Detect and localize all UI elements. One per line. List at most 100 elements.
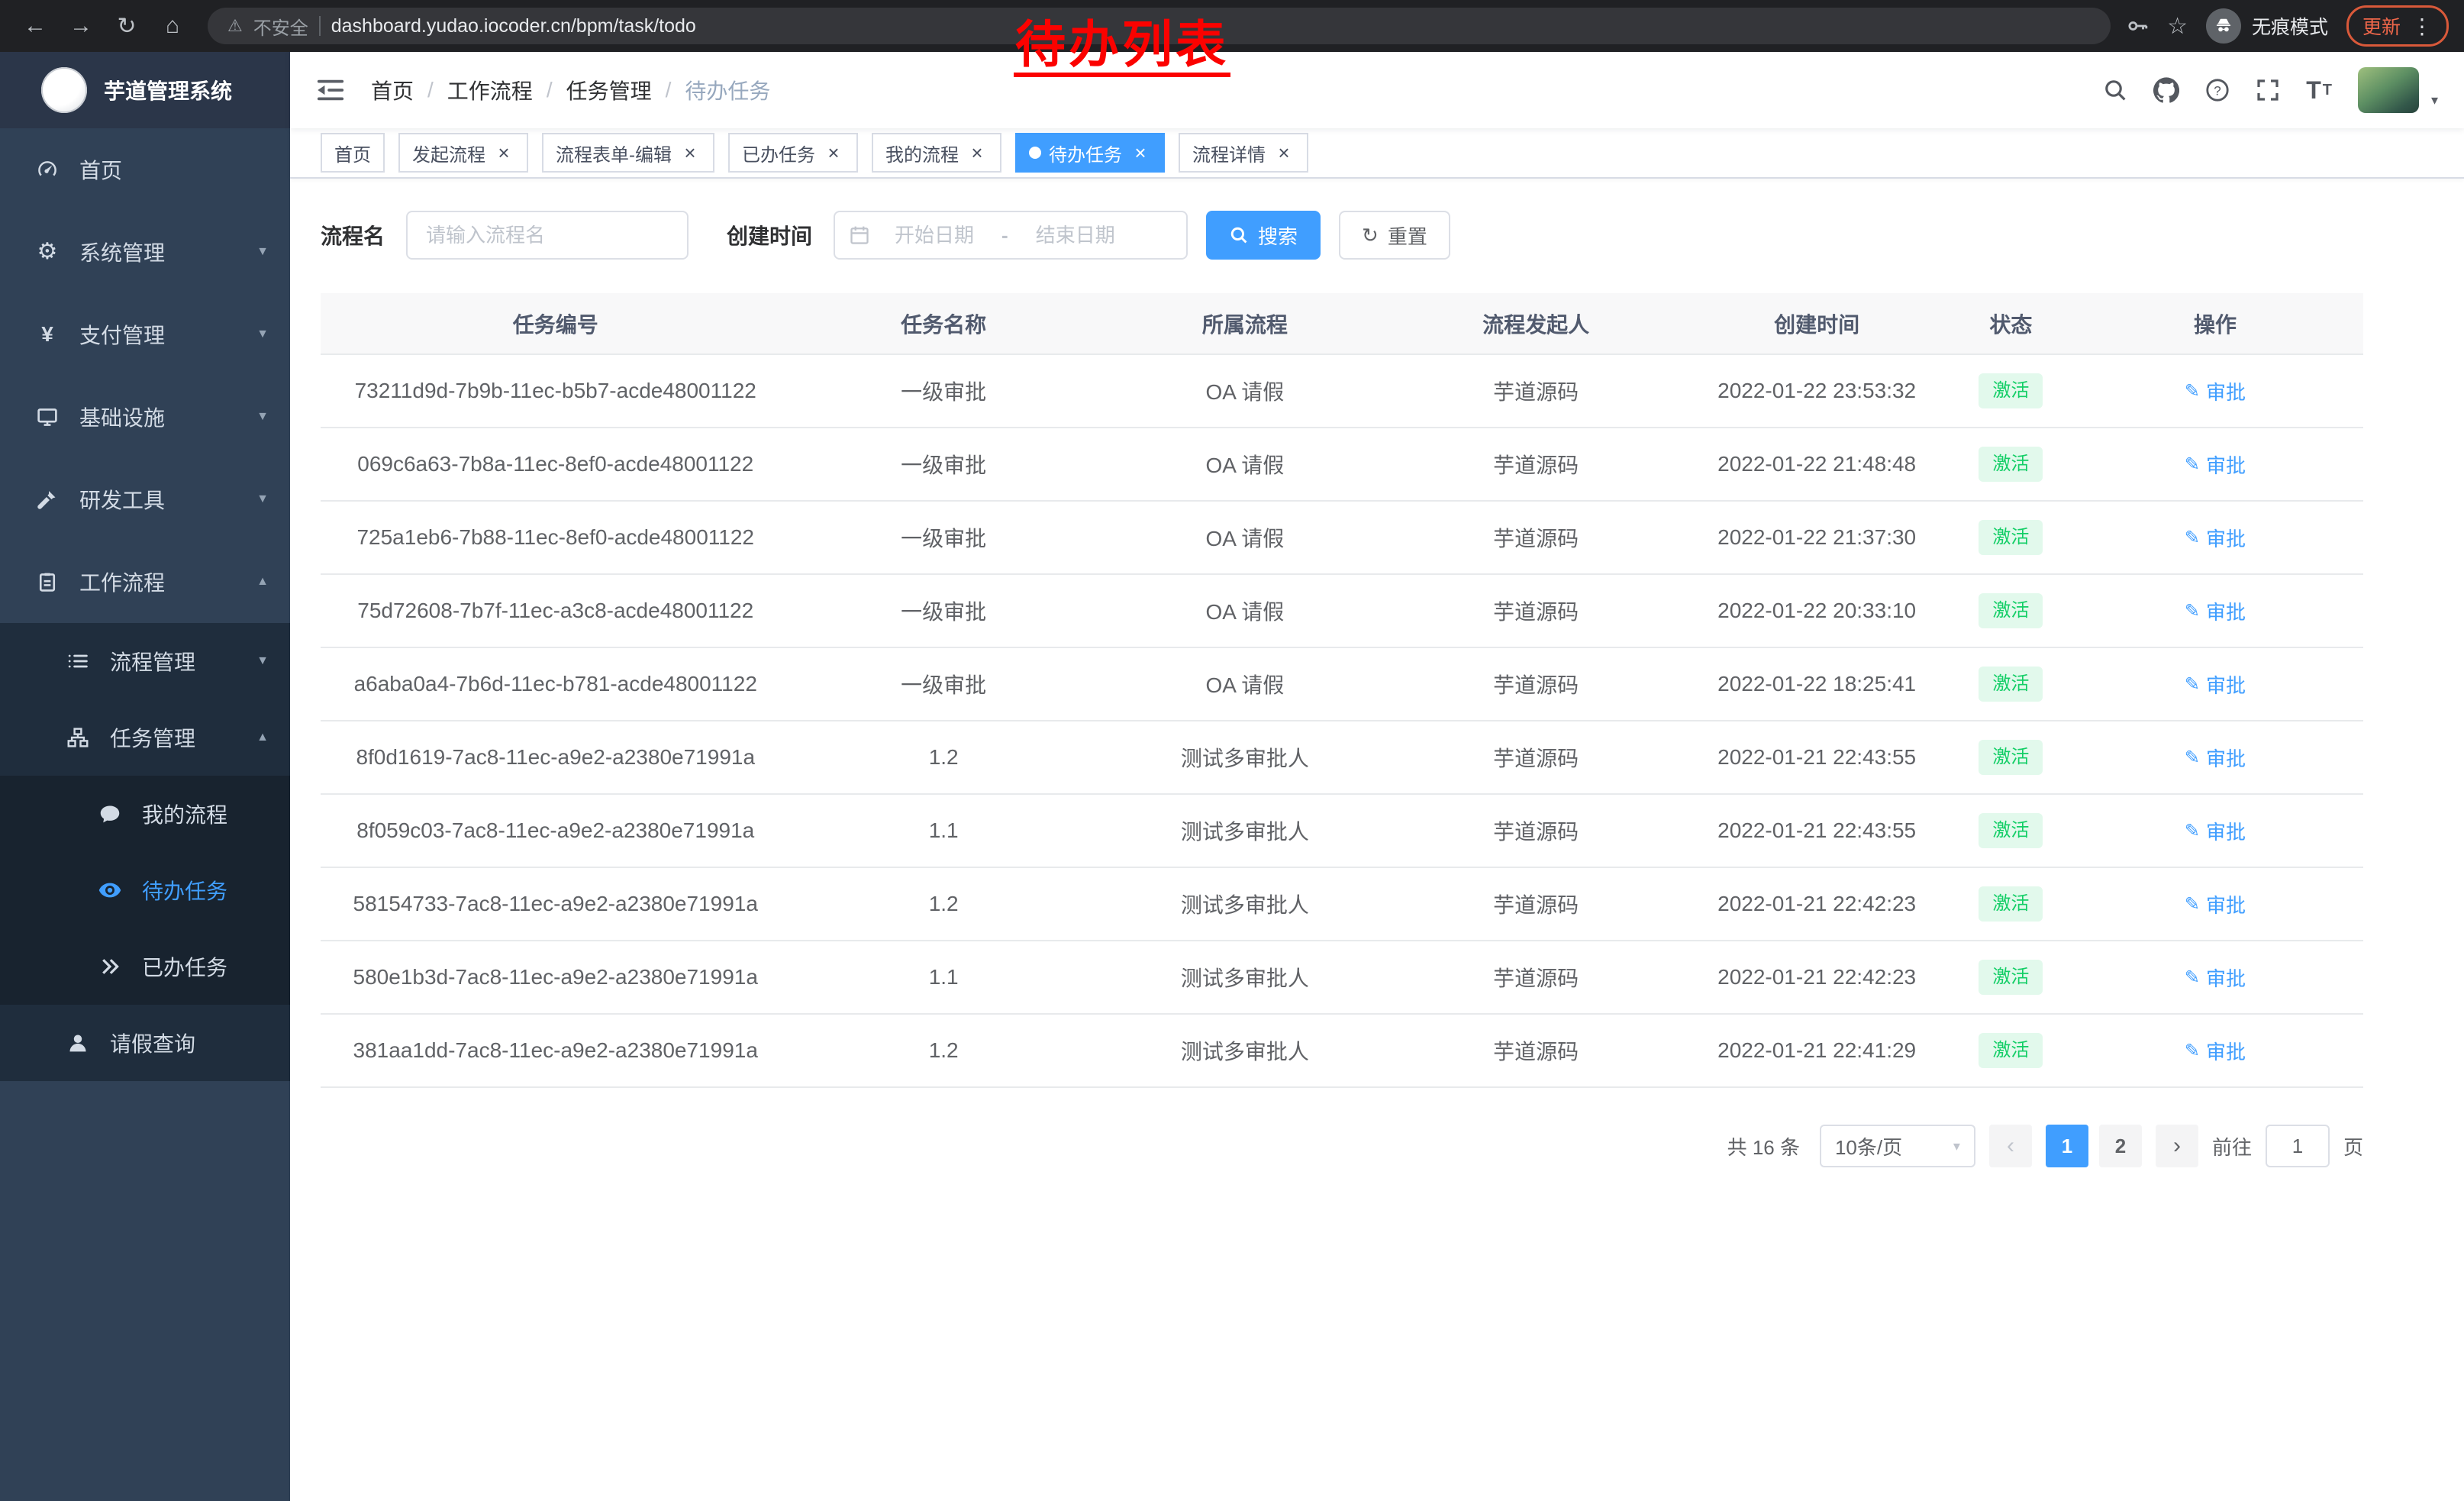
goto-page-input[interactable] <box>2266 1125 2330 1167</box>
sidebar-item-done-task[interactable]: 已办任务 <box>0 928 290 1005</box>
create-time-cell: 2022-01-22 23:53:32 <box>1679 354 1955 428</box>
date-range-picker[interactable]: - <box>834 211 1188 260</box>
end-date-input[interactable] <box>1016 224 1135 247</box>
edit-icon: ✎ <box>2185 893 2200 915</box>
main-area: 首页/工作流程/任务管理/待办任务 ? TT ▾ 首页发起流程×流程表单 <box>290 52 2464 1501</box>
approve-link[interactable]: ✎审批 <box>2185 377 2246 405</box>
task-name-cell: 1.1 <box>790 941 1096 1014</box>
browser-back-icon[interactable]: ← <box>15 6 55 46</box>
sidebar-item-home[interactable]: 首页 <box>0 128 290 211</box>
avatar[interactable] <box>2358 67 2419 113</box>
tab-start-process[interactable]: 发起流程× <box>398 133 528 173</box>
edit-icon: ✎ <box>2185 967 2200 989</box>
sidebar-item-process-mgmt[interactable]: 流程管理▼ <box>0 623 290 699</box>
breadcrumb-item[interactable]: 工作流程 <box>447 75 533 105</box>
tab-process-detail[interactable]: 流程详情× <box>1179 133 1308 173</box>
edit-icon: ✎ <box>2185 600 2200 622</box>
sidebar-item-leave-query[interactable]: 请假查询 <box>0 1005 290 1081</box>
sidebar-item-label: 已办任务 <box>142 951 269 982</box>
sidebar-item-todo-task[interactable]: 待办任务 <box>0 852 290 928</box>
next-page-button[interactable]: › <box>2156 1125 2198 1167</box>
search-icon[interactable] <box>2103 78 2127 102</box>
sidebar-menu: 首页⚙系统管理▼¥支付管理▼基础设施▼研发工具▼工作流程▲流程管理▼任务管理▲我… <box>0 128 290 1081</box>
app-logo[interactable]: 芋道管理系统 <box>0 52 290 128</box>
approve-link[interactable]: ✎审批 <box>2185 964 2246 992</box>
reset-button[interactable]: ↻ 重置 <box>1339 211 1450 260</box>
process-cell: OA 请假 <box>1097 428 1393 501</box>
prev-page-button[interactable]: ‹ <box>1989 1125 2032 1167</box>
tab-my-process[interactable]: 我的流程× <box>872 133 1001 173</box>
process-name-input[interactable] <box>406 211 689 260</box>
update-button[interactable]: 更新 ⋮ <box>2346 5 2449 47</box>
approve-link[interactable]: ✎审批 <box>2185 524 2246 552</box>
sidebar-item-workflow[interactable]: 工作流程▲ <box>0 541 290 623</box>
close-icon[interactable]: × <box>966 142 988 163</box>
tab-todo-tasks[interactable]: 待办任务× <box>1015 133 1165 173</box>
tab-done-tasks[interactable]: 已办任务 × <box>728 133 858 173</box>
task-id-cell: 381aa1dd-7ac8-11ec-a9e2-a2380e71991a <box>321 1014 790 1087</box>
approve-label: 审批 <box>2206 890 2246 918</box>
approve-link[interactable]: ✎审批 <box>2185 1037 2246 1065</box>
browser-refresh-icon[interactable]: ↻ <box>107 6 147 46</box>
sidebar-item-payment[interactable]: ¥支付管理▼ <box>0 293 290 376</box>
browser-menu-icon[interactable]: ⋮ <box>2411 14 2433 39</box>
search-button[interactable]: 搜索 <box>1206 211 1321 260</box>
sidebar-item-task-mgmt[interactable]: 任务管理▲ <box>0 699 290 776</box>
approve-link[interactable]: ✎审批 <box>2185 597 2246 625</box>
sidebar-toggle-icon[interactable] <box>316 75 347 105</box>
sidebar-item-system[interactable]: ⚙系统管理▼ <box>0 211 290 293</box>
sidebar-item-infrastructure[interactable]: 基础设施▼ <box>0 376 290 458</box>
close-icon[interactable]: × <box>679 142 701 163</box>
page-button-2[interactable]: 2 <box>2099 1125 2142 1167</box>
task-name-cell: 一级审批 <box>790 501 1096 574</box>
fullscreen-icon[interactable] <box>2256 78 2280 102</box>
svg-text:?: ? <box>2214 83 2221 98</box>
sidebar-item-label: 待办任务 <box>142 875 269 905</box>
browser-home-icon[interactable]: ⌂ <box>153 6 192 46</box>
column-header: 任务名称 <box>790 293 1096 354</box>
sidebar-item-label: 任务管理 <box>110 722 247 753</box>
tags-view: 首页发起流程×流程表单-编辑×已办任务×我的流程×待办任务×流程详情× <box>290 128 2464 179</box>
tab-form-edit[interactable]: 流程表单-编辑× <box>542 133 714 173</box>
process-name-label: 流程名 <box>321 220 385 250</box>
approve-link[interactable]: ✎审批 <box>2185 744 2246 772</box>
close-icon[interactable]: × <box>493 142 514 163</box>
approve-label: 审批 <box>2206 817 2246 845</box>
page-button-1[interactable]: 1 <box>2046 1125 2088 1167</box>
address-bar-divider <box>319 16 321 36</box>
approve-link[interactable]: ✎审批 <box>2185 817 2246 845</box>
status-badge: 激活 <box>1979 593 2043 628</box>
tab-label: 已办任务 <box>742 140 815 166</box>
approve-link[interactable]: ✎ 审批 <box>2185 890 2246 918</box>
monitor-icon <box>32 406 63 428</box>
tab-home[interactable]: 首页 <box>321 133 385 173</box>
approve-link[interactable]: ✎审批 <box>2185 670 2246 699</box>
task-id-cell: 73211d9d-7b9b-11ec-b5b7-acde48001122 <box>321 354 790 428</box>
starter-cell: 芋道源码 <box>1393 941 1679 1014</box>
reset-button-label: 重置 <box>1388 221 1427 250</box>
github-icon[interactable] <box>2153 77 2179 103</box>
page-size-select[interactable]: 10条/页 ▾ <box>1820 1125 1975 1167</box>
font-size-icon[interactable]: TT <box>2306 78 2332 102</box>
close-icon[interactable]: × <box>1273 142 1295 163</box>
chevron-down-icon: ▼ <box>256 328 269 341</box>
task-id-cell: 069c6a63-7b8a-11ec-8ef0-acde48001122 <box>321 428 790 501</box>
approve-link[interactable]: ✎审批 <box>2185 450 2246 479</box>
sidebar-item-my-process[interactable]: 我的流程 <box>0 776 290 852</box>
create-time-cell: 2022-01-21 22:42:23 <box>1679 867 1955 941</box>
table-row: 580e1b3d-7ac8-11ec-a9e2-a2380e71991a1.1测… <box>321 941 2363 1014</box>
help-icon[interactable]: ? <box>2205 78 2230 102</box>
password-key-icon[interactable] <box>2126 15 2149 37</box>
close-icon[interactable]: × <box>823 142 844 163</box>
breadcrumb-item[interactable]: 任务管理 <box>566 75 652 105</box>
sidebar-item-devtools[interactable]: 研发工具▼ <box>0 458 290 541</box>
breadcrumb: 首页/工作流程/任务管理/待办任务 <box>371 75 770 105</box>
status-badge: 激活 <box>1979 447 2043 482</box>
tree-icon <box>63 727 93 748</box>
breadcrumb-item[interactable]: 首页 <box>371 75 414 105</box>
page-number-list: 12 <box>2046 1125 2142 1167</box>
bookmark-star-icon[interactable]: ☆ <box>2167 13 2188 40</box>
close-icon[interactable]: × <box>1130 142 1151 163</box>
start-date-input[interactable] <box>875 224 994 247</box>
browser-forward-icon[interactable]: → <box>61 6 101 46</box>
